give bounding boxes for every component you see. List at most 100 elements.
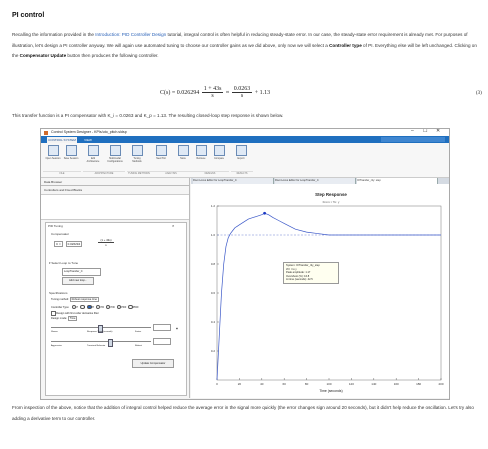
ribbon-button-retrieve[interactable]: Retrieve [193, 145, 209, 171]
controller-type-label: Controller Type: [51, 305, 70, 309]
eq-frac1-den: s [211, 93, 214, 99]
design-mode-select[interactable]: Time [67, 316, 78, 321]
y-tick-label: 0.2 [211, 349, 216, 353]
controller-type-radio-p[interactable]: P [72, 305, 79, 310]
ribbon-button-multimodal-configurations[interactable]: Multimodal Configurations [107, 145, 123, 171]
ribbon-group-label: RESULTS [231, 171, 253, 177]
data-tip[interactable]: System: IOTransfer_r2y_step I/O: r to y Pe… [283, 262, 339, 284]
specifications-label: Specifications [49, 291, 68, 295]
controller-type-radio-pdf[interactable]: PDF [116, 305, 127, 310]
x-tick-label: 80 [305, 382, 309, 386]
controller-type-radio-i[interactable]: I [80, 305, 86, 310]
equation-lhs: C(s) = 0.026294 [160, 89, 200, 96]
ribbon-group-label: FILE [43, 171, 81, 177]
ribbon-button-new-plot[interactable]: New Plot [153, 145, 169, 171]
intro-text-segment: button then produces the following contr… [66, 53, 159, 58]
derivative-filter-row: Design with first order derivative filte… [51, 311, 99, 316]
controller-type-label: I [84, 305, 86, 309]
window-title: Control System Designer - KPIs/uto_pitch… [51, 130, 127, 134]
design-mode-row: Design mode: Time [51, 316, 78, 321]
controller-type-label: PD [100, 305, 105, 309]
control-system-designer-window: Control System Designer - KPIs/uto_pitch… [40, 128, 450, 400]
eq-approx: ≈ [225, 89, 230, 96]
transient-behavior-slider[interactable] [51, 341, 151, 342]
x-tick-label: 100 [326, 382, 331, 386]
ribbon-group-label: TUNING METHODS [127, 171, 151, 175]
ribbon-icon [235, 145, 247, 156]
transient-behavior-label: Transient Behavior [87, 345, 106, 347]
tutorial-link[interactable]: Introduction: PID Controller Design [95, 32, 166, 37]
transient-behavior-field[interactable] [153, 338, 171, 345]
ribbon-button-label: Compare [214, 157, 224, 160]
controller-type-label: P [76, 305, 79, 309]
tuning-method-label: Tuning method: [51, 298, 69, 301]
controller-type-label: PI [91, 305, 95, 309]
close-icon[interactable]: × [172, 223, 174, 228]
minimize-button[interactable]: – [411, 129, 414, 135]
controller-type-radio-pi[interactable]: PI [87, 305, 95, 310]
ribbon-button-save-session[interactable]: Save Session [63, 145, 79, 171]
x-tick-label: 120 [349, 382, 354, 386]
close-button[interactable]: ✕ [436, 129, 440, 135]
left-panel: Data Browser Controllers and Fixed Block… [41, 178, 190, 398]
update-compensator-button[interactable]: Update Compensator [132, 359, 174, 368]
derivative-filter-checkbox[interactable] [51, 311, 56, 316]
robust-label: Robust [135, 345, 142, 347]
ribbon-button-label: Edit Architecture [86, 157, 100, 163]
step-response-chart[interactable]: Step Response From: r To: y Time (second… [191, 184, 449, 398]
x-tick-label: 40 [260, 382, 264, 386]
tuning-method-select[interactable]: Robust response time [69, 297, 99, 302]
conclusion-paragraph: From inspection of the above, notice tha… [12, 405, 474, 421]
ribbon-toolbar: Open Session Save Session Edit Architectur… [41, 143, 449, 178]
faster-label: Faster [135, 331, 142, 333]
intro-paragraph: Recalling the information provided in th… [12, 30, 478, 62]
eq-frac1-num: 1 + 43s [201, 86, 224, 93]
x-axis-label: Time (seconds) [319, 389, 342, 393]
ribbon-button-edit-architecture[interactable]: Edit Architecture [85, 145, 101, 171]
equation-number: (3) [476, 91, 482, 96]
ribbon-button-store[interactable]: Store [175, 145, 191, 171]
response-time-label: Response Time (seconds) [87, 331, 113, 333]
ribbon-button-open-session[interactable]: Open Session [45, 145, 61, 171]
controller-type-radio-pd[interactable]: PD [96, 305, 105, 310]
ribbon-icon [109, 145, 121, 156]
chart-title: Step Response [315, 192, 347, 197]
compensator-select[interactable]: C = [54, 241, 63, 247]
compensator-fraction: (1 + 43s) s [98, 238, 114, 247]
controllers-list[interactable] [41, 194, 189, 220]
y-tick-label: 0.6 [211, 291, 216, 295]
ribbon-icon [87, 145, 99, 156]
ribbon-icon [47, 145, 59, 156]
controller-type-radio-pid[interactable]: PID [106, 305, 115, 310]
intro-text-segment: Recalling the information provided in th… [12, 32, 96, 37]
pi-controller-equation: C(s) = 0.026294 1 + 43s s ≈ 0.0263 s + 1.1… [160, 86, 488, 104]
intro-text-segment: Compensator Update [19, 53, 67, 58]
ribbon-button-label: Store [180, 157, 186, 160]
app-logo-icon [44, 130, 48, 135]
y-tick-label: 0.4 [211, 320, 216, 324]
design-mode-label: Design mode: [51, 317, 68, 320]
chart-subtitle: From: r To: y [323, 200, 340, 204]
y-tick-label: 1.2 [211, 204, 216, 208]
ribbon-button-label: Open Session [45, 157, 61, 160]
ribbon-button-tuning-methods[interactable]: Tuning Methods [129, 145, 145, 171]
response-time-field[interactable] [153, 324, 171, 331]
x-tick-label: 0 [216, 382, 218, 386]
add-loop-button[interactable]: Add new loop... [62, 277, 94, 285]
controller-type-radio-pidf[interactable]: PIDF [128, 305, 139, 310]
ribbon-icon [213, 145, 225, 156]
compensator-expression: C = 0.026294 [54, 240, 88, 248]
loop-select[interactable]: LoopTransfer_C [62, 268, 101, 276]
ribbon-group-label: ARCHITECTURE [83, 171, 125, 177]
maximize-button[interactable]: ☐ [423, 129, 427, 135]
ribbon-button-compare[interactable]: Compare [211, 145, 227, 171]
controller-type-label: PDF [121, 305, 127, 309]
x-tick-label: 200 [438, 382, 443, 386]
peak-marker [263, 211, 266, 215]
transfer-function-paragraph: This transfer function is a PI compensat… [12, 113, 284, 118]
compensator-gain-field[interactable]: 0.026294 [65, 241, 83, 247]
controller-type-label: PIDF [132, 305, 139, 309]
x-tick-label: 180 [416, 382, 421, 386]
response-plot-icon[interactable]: ▣ [172, 327, 182, 339]
ribbon-button-export[interactable]: Export [233, 145, 249, 171]
